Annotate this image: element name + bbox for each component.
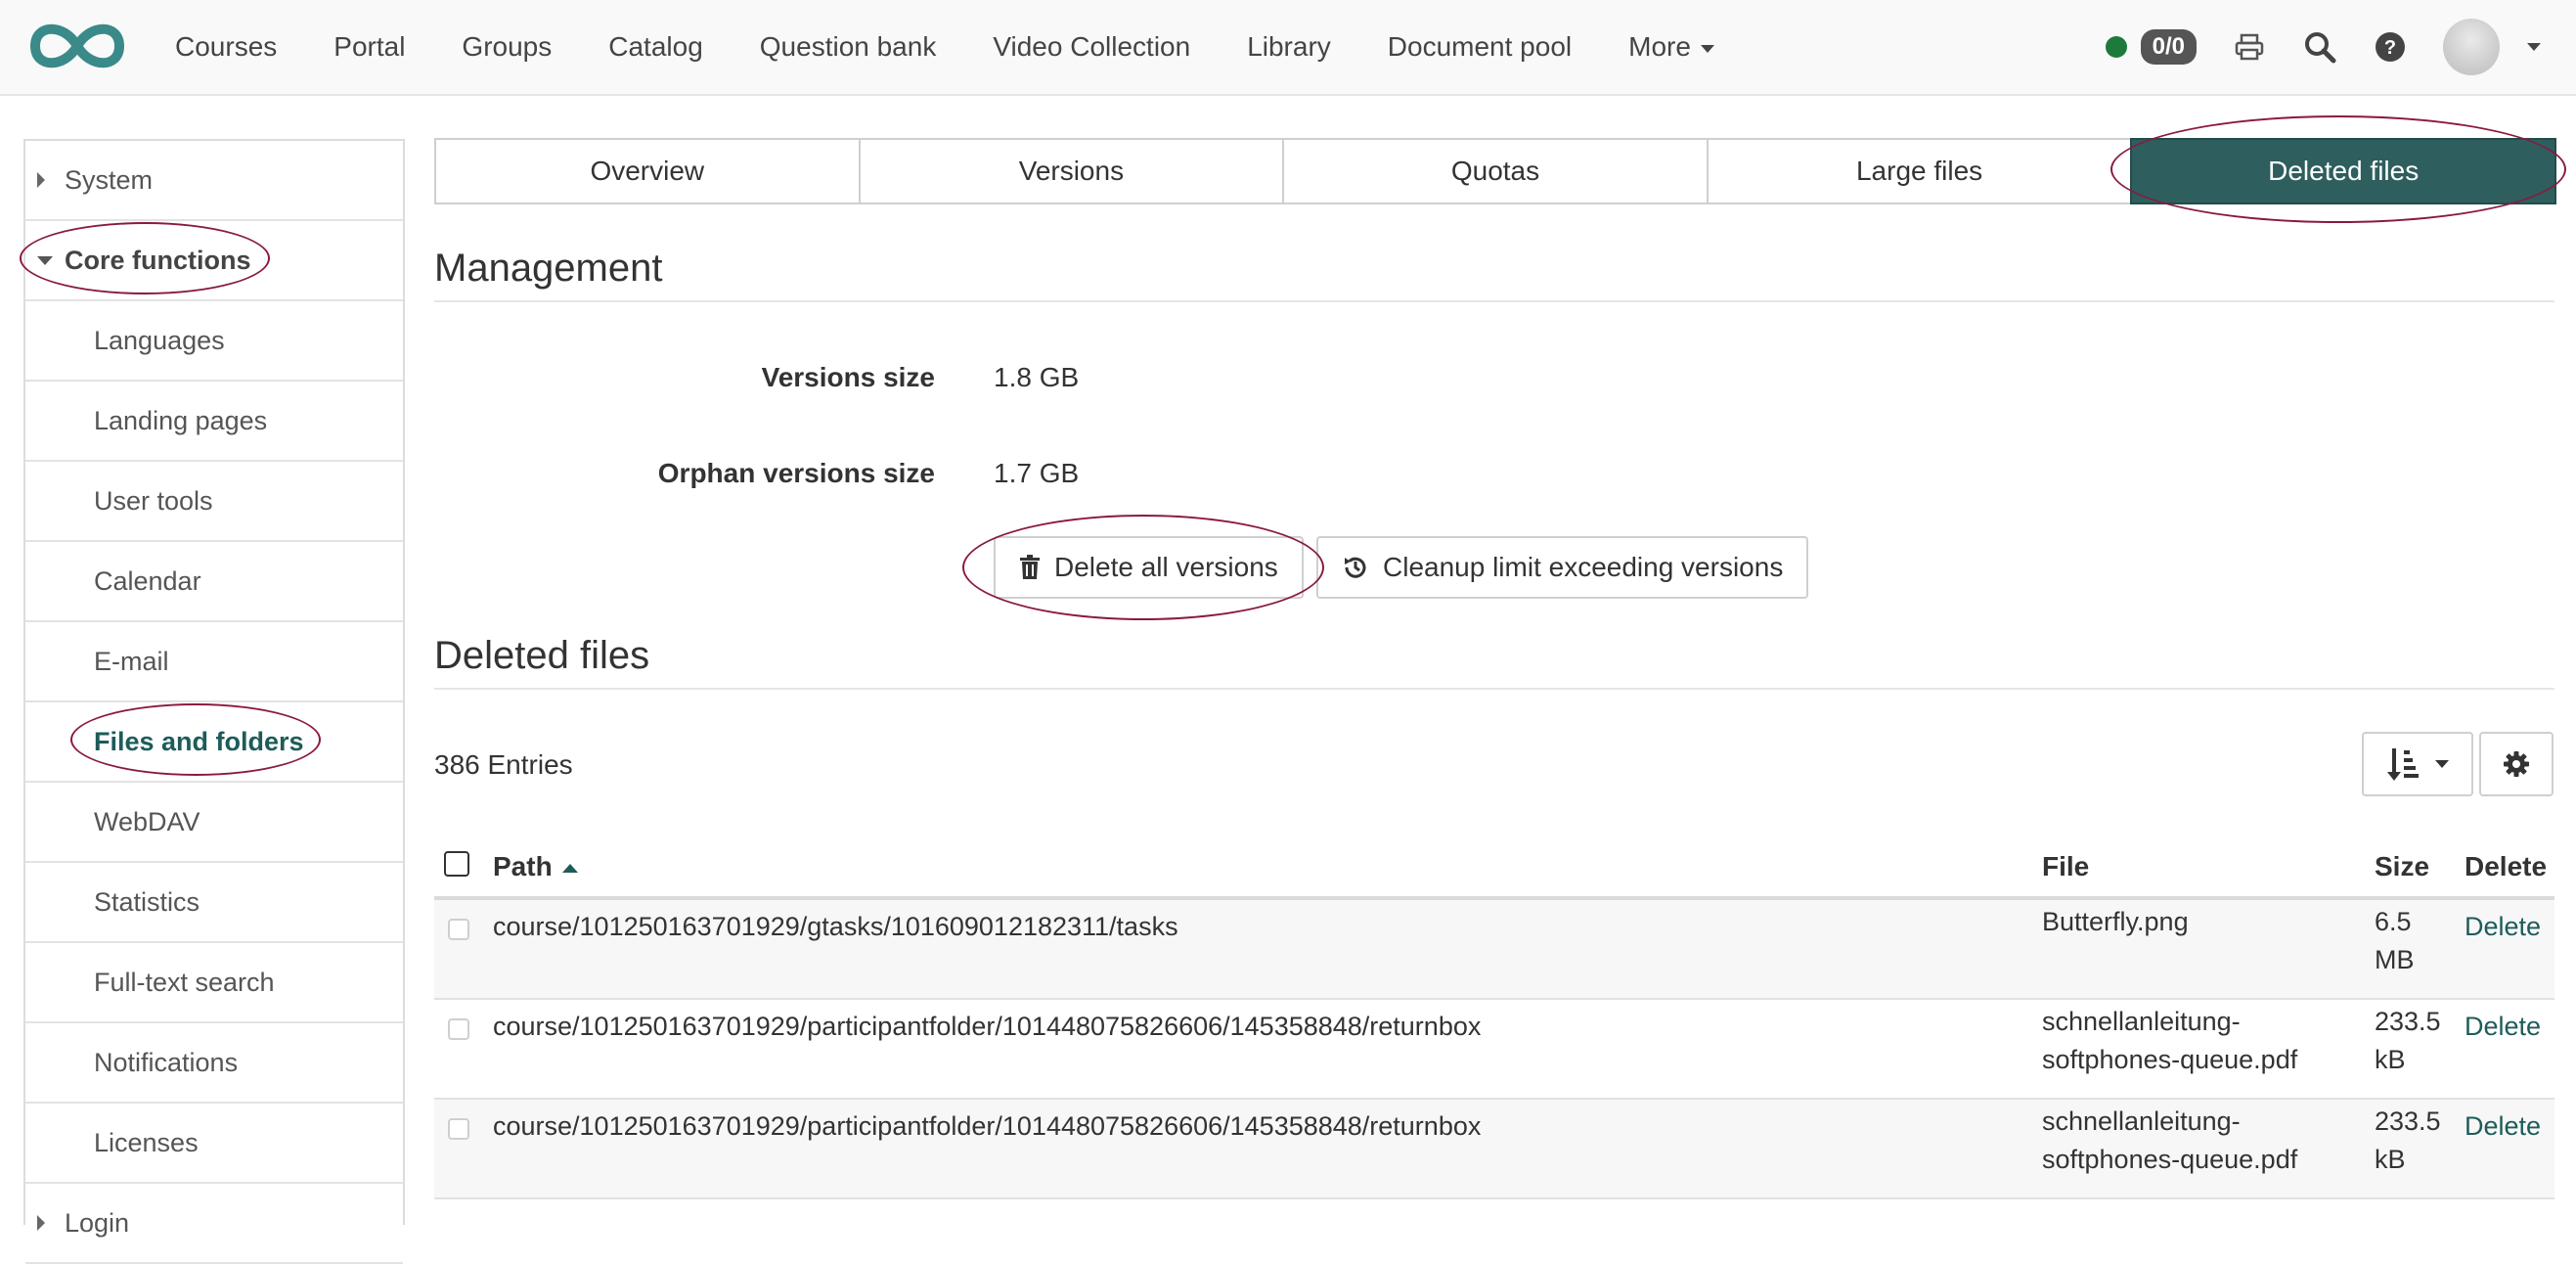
table-row: course/101250163701929/gtasks/1016090121…	[434, 900, 2554, 1000]
chevron-down-icon[interactable]	[2527, 43, 2541, 51]
sidebar-item-label: Core functions	[65, 245, 251, 275]
versions-size-label: Versions size	[761, 362, 935, 392]
caret-right-icon	[37, 1215, 45, 1231]
row-file: schnellanleitung-softphones-queue.pdf	[2042, 1106, 2298, 1174]
sidebar-item-label: Login	[65, 1207, 130, 1238]
nav-library[interactable]: Library	[1219, 31, 1359, 63]
nav-more-label: More	[1628, 31, 1691, 62]
sidebar-item-label: System	[65, 164, 154, 195]
sidebar-item-core-functions[interactable]: Core functions	[25, 221, 403, 301]
nav-portal[interactable]: Portal	[305, 31, 433, 63]
sidebar-item-notifications[interactable]: Notifications	[25, 1023, 403, 1104]
tab-versions[interactable]: Versions	[858, 138, 1285, 204]
sidebar-item-languages[interactable]: Languages	[25, 301, 403, 382]
cleanup-versions-button[interactable]: Cleanup limit exceeding versions	[1316, 536, 1809, 599]
delete-all-versions-button[interactable]: Delete all versions	[994, 536, 1304, 599]
nav-video-collection[interactable]: Video Collection	[964, 31, 1219, 63]
sidebar-item-statistics[interactable]: Statistics	[25, 863, 403, 943]
sidebar-item-licenses[interactable]: Licenses	[25, 1104, 403, 1184]
caret-down-icon	[37, 255, 53, 265]
row-path: course/101250163701929/participantfolder…	[493, 1012, 1482, 1041]
notification-badge[interactable]: 0/0	[2140, 29, 2197, 65]
nav-document-pool[interactable]: Document pool	[1359, 31, 1600, 63]
orphan-versions-size-label: Orphan versions size	[657, 458, 935, 488]
sidebar-item-landing-pages[interactable]: Landing pages	[25, 382, 403, 462]
entries-count: 386 Entries	[434, 749, 573, 780]
column-header-delete: Delete	[2465, 851, 2548, 881]
row-path: course/101250163701929/participantfolder…	[493, 1111, 1482, 1141]
column-header-path[interactable]: Path	[493, 851, 578, 882]
column-header-size[interactable]: Size	[2375, 851, 2429, 882]
orphan-versions-size-value: 1.7 GB	[994, 458, 1080, 488]
row-delete-link[interactable]: Delete	[2465, 1012, 2541, 1042]
table-settings-button[interactable]	[2479, 732, 2554, 796]
chevron-down-icon	[1700, 44, 1714, 53]
column-header-file[interactable]: File	[2042, 851, 2089, 882]
sidebar-item-email[interactable]: E-mail	[25, 622, 403, 702]
tab-deleted-files[interactable]: Deleted files	[2130, 138, 2556, 204]
help-icon[interactable]: ?	[2373, 29, 2408, 65]
sidebar: System Core functions Languages Landing …	[23, 139, 405, 1264]
nav-catalog[interactable]: Catalog	[580, 31, 732, 63]
versions-size-value: 1.8 GB	[994, 362, 1080, 392]
nav-more-menu[interactable]: More	[1600, 31, 1743, 63]
toolbar: 0/0 ?	[2105, 0, 2576, 94]
openolat-logo-icon[interactable]	[25, 18, 129, 74]
tab-quotas[interactable]: Quotas	[1282, 138, 1709, 204]
column-header-path-label: Path	[493, 851, 553, 881]
cleanup-versions-label: Cleanup limit exceeding versions	[1383, 552, 1784, 582]
management-heading: Management	[434, 247, 2554, 302]
deleted-files-heading: Deleted files	[434, 634, 2554, 690]
row-size: 233.5 kB	[2375, 1007, 2441, 1074]
caret-right-icon	[37, 172, 45, 188]
row-size: 6.5 MB	[2375, 907, 2415, 974]
table-row: course/101250163701929/participantfolder…	[434, 1100, 2554, 1199]
sidebar-item-webdav[interactable]: WebDAV	[25, 783, 403, 863]
row-delete-link[interactable]: Delete	[2465, 912, 2541, 942]
tab-overview[interactable]: Overview	[434, 138, 861, 204]
row-file: schnellanleitung-softphones-queue.pdf	[2042, 1007, 2298, 1074]
sidebar-item-full-text-search[interactable]: Full-text search	[25, 943, 403, 1023]
online-status-icon[interactable]	[2105, 36, 2127, 58]
row-file: Butterfly.png	[2042, 907, 2189, 936]
trash-icon	[1020, 555, 1040, 579]
nav-groups[interactable]: Groups	[433, 31, 580, 63]
delete-all-versions-label: Delete all versions	[1054, 552, 1278, 582]
sort-amount-icon	[2387, 748, 2419, 781]
sort-menu-button[interactable]	[2362, 732, 2473, 796]
sidebar-item-calendar[interactable]: Calendar	[25, 542, 403, 622]
row-size: 233.5 kB	[2375, 1106, 2441, 1174]
sidebar-item-user-tools[interactable]: User tools	[25, 462, 403, 542]
table-row: course/101250163701929/participantfolder…	[434, 1000, 2554, 1100]
deleted-files-table: Path File Size Delete course/10125016370…	[434, 841, 2554, 1199]
row-checkbox[interactable]	[448, 919, 469, 940]
chevron-down-icon	[2435, 760, 2449, 768]
tab-bar: Overview Versions Quotas Large files Del…	[434, 138, 2556, 204]
svg-text:?: ?	[2384, 37, 2396, 59]
row-delete-link[interactable]: Delete	[2465, 1111, 2541, 1142]
row-checkbox[interactable]	[448, 1118, 469, 1140]
sidebar-item-files-and-folders[interactable]: Files and folders	[25, 702, 403, 783]
sidebar-item-system[interactable]: System	[25, 141, 403, 221]
row-checkbox[interactable]	[448, 1018, 469, 1040]
search-icon[interactable]	[2302, 29, 2337, 65]
gear-icon	[2504, 751, 2529, 777]
tab-large-files[interactable]: Large files	[1706, 138, 2133, 204]
nav-question-bank[interactable]: Question bank	[732, 31, 965, 63]
select-all-checkbox[interactable]	[444, 851, 469, 877]
table-header: Path File Size Delete	[434, 841, 2554, 900]
sort-ascending-icon	[561, 864, 578, 874]
user-avatar[interactable]	[2443, 19, 2500, 75]
sidebar-item-login[interactable]: Login	[25, 1184, 403, 1264]
main-nav: Courses Portal Groups Catalog Question b…	[147, 0, 1743, 94]
row-path: course/101250163701929/gtasks/1016090121…	[493, 912, 1178, 941]
print-icon[interactable]	[2232, 29, 2267, 65]
nav-courses[interactable]: Courses	[147, 31, 305, 63]
top-navigation-bar: Courses Portal Groups Catalog Question b…	[0, 0, 2576, 96]
history-icon	[1345, 557, 1366, 578]
